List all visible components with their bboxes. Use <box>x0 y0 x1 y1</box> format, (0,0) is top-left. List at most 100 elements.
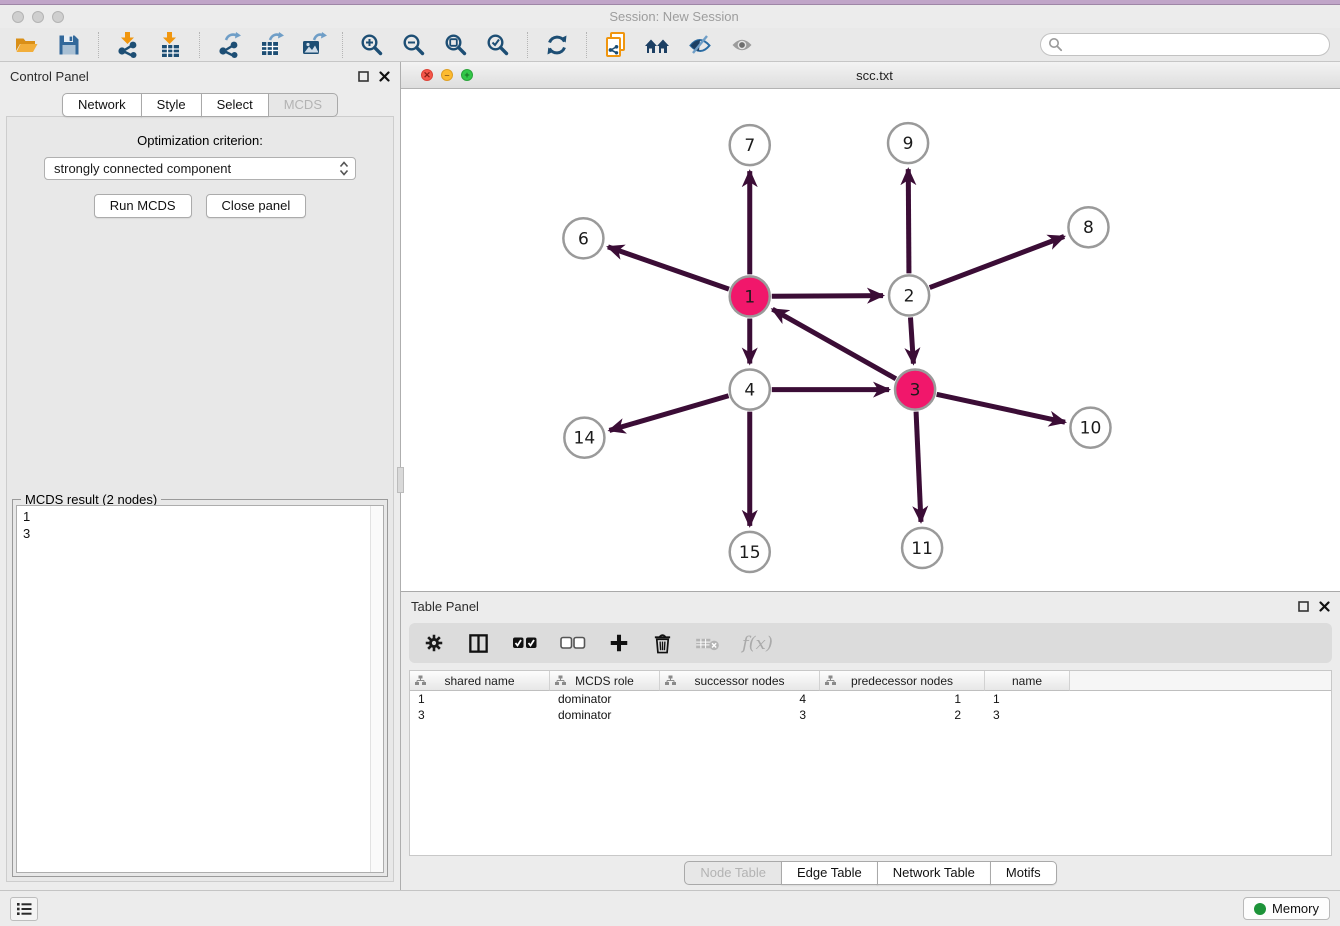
table-cell[interactable]: 2 <box>820 707 985 723</box>
table-cell[interactable]: 1 <box>820 691 985 707</box>
table-cell[interactable]: 3 <box>410 707 550 723</box>
table-row[interactable]: 3dominator323 <box>410 707 1331 723</box>
import-table-button[interactable] <box>153 31 187 59</box>
export-image-button[interactable] <box>296 31 330 59</box>
close-panel-icon[interactable] <box>379 71 390 82</box>
table-header-row: shared nameMCDS rolesuccessor nodesprede… <box>410 671 1331 691</box>
result-scrollbar[interactable] <box>370 506 383 872</box>
edge-3-1[interactable] <box>772 309 895 379</box>
node-label-11: 11 <box>911 539 933 559</box>
mcds-result-text[interactable]: 1 3 <box>17 506 370 872</box>
show-all-button[interactable] <box>725 31 759 59</box>
edge-4-14[interactable] <box>609 396 728 431</box>
column-header-successor-nodes[interactable]: successor nodes <box>660 671 820 691</box>
panel-splitter-handle[interactable] <box>397 467 404 493</box>
unselect-all-rows-button[interactable] <box>560 636 586 650</box>
table-cell[interactable]: dominator <box>550 707 660 723</box>
plus-icon <box>608 632 630 654</box>
close-panel-button[interactable]: Close panel <box>206 194 307 218</box>
run-mcds-button[interactable]: Run MCDS <box>94 194 192 218</box>
float-panel-icon[interactable] <box>358 71 369 82</box>
network-minimize-button[interactable]: – <box>441 69 453 81</box>
edge-1-6[interactable] <box>608 247 729 289</box>
table-row[interactable]: 1dominator411 <box>410 691 1331 707</box>
node-label-2: 2 <box>904 286 915 306</box>
memory-button[interactable]: Memory <box>1243 897 1330 920</box>
close-panel-icon[interactable] <box>1319 601 1330 612</box>
network-canvas[interactable]: 7968124314101511 <box>401 89 1340 591</box>
search-input[interactable] <box>1040 33 1330 56</box>
toolbar-separator <box>342 32 343 58</box>
save-session-button[interactable] <box>52 31 86 59</box>
tab-network[interactable]: Network <box>62 93 142 117</box>
tab-select[interactable]: Select <box>201 93 269 117</box>
apply-function-button[interactable]: f(x) <box>742 633 773 654</box>
edge-2-9[interactable] <box>908 169 909 273</box>
node-label-7: 7 <box>744 136 755 156</box>
control-panel-tabs: NetworkStyleSelectMCDS <box>0 93 400 117</box>
table-cell[interactable]: 1 <box>985 691 1070 707</box>
table-tabs-strip: Node TableEdge TableNetwork TableMotifs <box>401 856 1340 890</box>
new-network-from-selection-icon <box>602 31 630 59</box>
edge-1-2[interactable] <box>772 296 883 297</box>
export-table-icon <box>258 31 285 58</box>
network-from-selection-button[interactable] <box>599 31 633 59</box>
table-settings-button[interactable] <box>423 632 445 654</box>
search-icon <box>1048 37 1063 52</box>
close-window-button[interactable] <box>12 11 24 23</box>
minimize-window-button[interactable] <box>32 11 44 23</box>
zoom-fit-button[interactable] <box>439 31 473 59</box>
open-session-button[interactable] <box>10 31 44 59</box>
unchecked-boxes-icon <box>560 636 586 650</box>
table-cell[interactable]: 3 <box>985 707 1070 723</box>
tab-node-table[interactable]: Node Table <box>684 861 782 885</box>
memory-status-icon <box>1254 903 1266 915</box>
zoom-selected-button[interactable] <box>481 31 515 59</box>
network-close-button[interactable]: ✕ <box>421 69 433 81</box>
tab-style[interactable]: Style <box>141 93 202 117</box>
maximize-window-button[interactable] <box>52 11 64 23</box>
hide-selected-button[interactable] <box>683 31 717 59</box>
table-cell[interactable]: 1 <box>410 691 550 707</box>
import-network-button[interactable] <box>111 31 145 59</box>
delete-table-button[interactable] <box>695 635 720 652</box>
edge-2-8[interactable] <box>930 237 1064 288</box>
criterion-select[interactable]: strongly connected component <box>44 157 356 180</box>
checked-boxes-icon <box>512 636 538 650</box>
column-header-predecessor-nodes[interactable]: predecessor nodes <box>820 671 985 691</box>
main-toolbar <box>0 28 1340 62</box>
edge-2-3[interactable] <box>910 317 913 363</box>
tab-network-table[interactable]: Network Table <box>877 861 991 885</box>
export-table-button[interactable] <box>254 31 288 59</box>
delete-table-icon <box>695 635 720 652</box>
network-window-titlebar: ✕ – + scc.txt <box>401 62 1340 89</box>
node-table: shared nameMCDS rolesuccessor nodesprede… <box>409 670 1332 856</box>
column-chooser-button[interactable] <box>467 632 490 655</box>
column-header-shared-name[interactable]: shared name <box>410 671 550 691</box>
network-maximize-button[interactable]: + <box>461 69 473 81</box>
select-all-rows-button[interactable] <box>512 636 538 650</box>
add-column-button[interactable] <box>608 632 630 654</box>
tab-edge-table[interactable]: Edge Table <box>781 861 878 885</box>
task-history-button[interactable] <box>10 897 38 921</box>
float-panel-icon[interactable] <box>1298 601 1309 612</box>
edge-3-10[interactable] <box>937 394 1065 422</box>
tab-motifs[interactable]: Motifs <box>990 861 1057 885</box>
table-cell[interactable]: 4 <box>660 691 820 707</box>
table-cell[interactable]: dominator <box>550 691 660 707</box>
zoom-in-button[interactable] <box>355 31 389 59</box>
node-label-15: 15 <box>739 543 761 563</box>
first-neighbors-button[interactable] <box>641 31 675 59</box>
delete-column-button[interactable] <box>652 632 673 655</box>
column-header-name[interactable]: name <box>985 671 1070 691</box>
export-network-button[interactable] <box>212 31 246 59</box>
edge-3-11[interactable] <box>916 412 921 522</box>
tab-mcds[interactable]: MCDS <box>268 93 338 117</box>
zoom-out-button[interactable] <box>397 31 431 59</box>
column-header-mcds-role[interactable]: MCDS role <box>550 671 660 691</box>
refresh-layout-button[interactable] <box>540 31 574 59</box>
select-chevrons-icon <box>339 161 349 176</box>
table-cell[interactable]: 3 <box>660 707 820 723</box>
node-label-9: 9 <box>903 134 914 154</box>
network-graph: 7968124314101511 <box>401 89 1340 591</box>
